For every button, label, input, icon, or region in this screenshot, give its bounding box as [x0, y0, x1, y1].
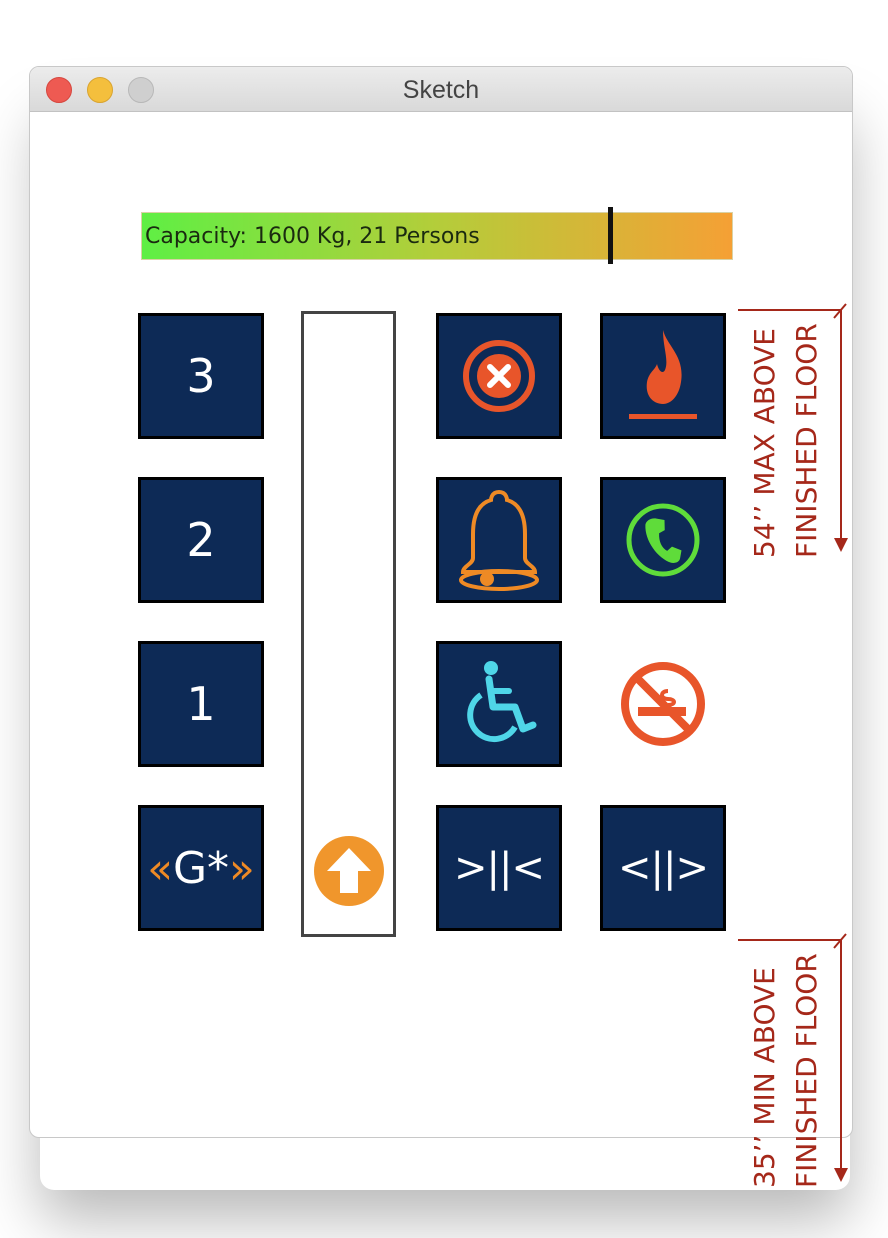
accessibility-button[interactable] [436, 641, 562, 767]
floor-3-label: 3 [186, 349, 216, 403]
max-height-annotation: 54’’ MAX ABOVE FINISHED FLOOR [744, 312, 828, 558]
door-close-label: >||< [454, 845, 545, 891]
door-open-label: <||> [618, 845, 709, 891]
ground-floor-label: G* [172, 842, 230, 894]
alarm-bell-icon [459, 489, 539, 591]
door-close-button[interactable]: >||< [436, 805, 562, 931]
chevron-left-icon: « [147, 843, 173, 893]
min-height-annotation: 35’’ MIN ABOVE FINISHED FLOOR [744, 942, 828, 1188]
title-bar[interactable]: Sketch [30, 67, 852, 112]
emergency-phone-button[interactable] [600, 477, 726, 603]
floor-1-label: 1 [186, 677, 216, 731]
floor-1-button[interactable]: 1 [138, 641, 264, 767]
wheelchair-icon [467, 661, 537, 743]
floor-2-label: 2 [186, 513, 216, 567]
min-height-line2: FINISHED FLOOR [790, 953, 823, 1188]
no-smoking-sign [600, 641, 726, 767]
up-arrow-circle-icon [314, 836, 384, 906]
capacity-load-marker [608, 207, 614, 264]
cancel-button[interactable] [436, 313, 562, 439]
no-smoking-icon [621, 662, 705, 746]
phone-icon [626, 503, 700, 577]
door-open-button[interactable]: <||> [600, 805, 726, 931]
ground-floor-button[interactable]: « G* » [138, 805, 264, 931]
cancel-x-circle-icon [463, 340, 535, 412]
capacity-bar: Capacity: 1600 Kg, 21 Persons [141, 207, 733, 264]
fire-service-button[interactable] [600, 313, 726, 439]
elevator-shaft [301, 311, 396, 937]
chevron-right-icon: » [229, 843, 255, 893]
fire-icon [629, 330, 697, 419]
capacity-label: Capacity: 1600 Kg, 21 Persons [145, 224, 480, 249]
window-title: Sketch [402, 76, 480, 104]
alarm-bell-button[interactable] [436, 477, 562, 603]
floor-2-button[interactable]: 2 [138, 477, 264, 603]
min-height-line1: 35’’ MIN ABOVE [748, 967, 781, 1188]
floor-3-button[interactable]: 3 [138, 313, 264, 439]
max-height-line2: FINISHED FLOOR [790, 323, 823, 558]
max-height-line1: 54’’ MAX ABOVE [748, 328, 781, 558]
